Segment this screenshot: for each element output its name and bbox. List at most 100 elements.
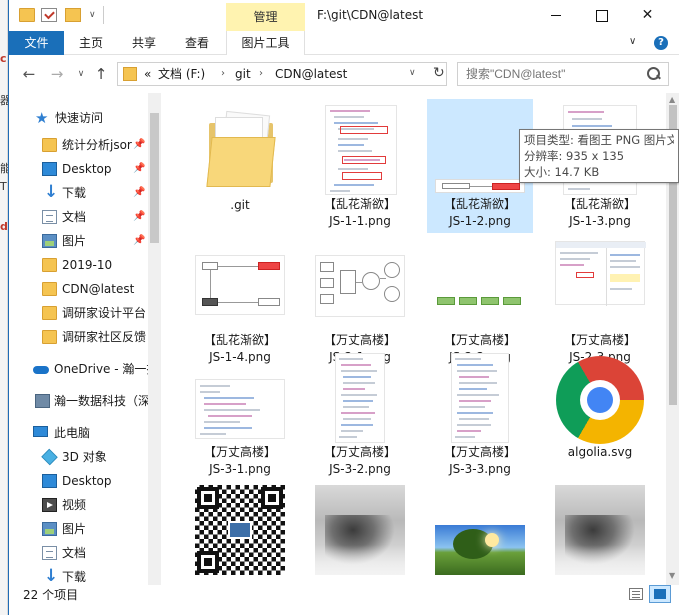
back-button[interactable]: ← — [19, 65, 39, 83]
sidebar-item-desktop[interactable]: Desktop 📌 — [9, 157, 148, 181]
sidebar-item-cdn-latest[interactable]: CDN@latest — [9, 277, 148, 301]
manage-context-tab[interactable]: 管理 — [226, 3, 305, 31]
sidebar-item-label: 文档 — [62, 210, 87, 224]
file-tile-js-3-2[interactable]: 【万丈高楼】 JS-3-2.png — [307, 347, 413, 481]
folder-icon — [42, 282, 57, 296]
sidebar-item-this-pc[interactable]: 此电脑 — [9, 421, 148, 445]
navigation-pane: 快速访问 统计分析jsor 📌 Desktop 📌 下载 📌 文档 📌 图片 📌 — [9, 93, 161, 585]
sidebar-item-label: 3D 对象 — [62, 450, 107, 464]
refresh-icon[interactable]: ↻ — [433, 65, 445, 81]
forward-button[interactable]: → — [47, 65, 67, 83]
expand-ribbon-icon[interactable]: ∨ — [629, 36, 636, 47]
download-icon — [42, 181, 58, 204]
address-bar[interactable]: « 文档 (F:) › git › CDN@latest ∨ ↻ — [117, 62, 447, 86]
scroll-down-icon[interactable]: ▼ — [669, 571, 675, 580]
file-tile-js-1-2[interactable]: 【乱花渐欲】 JS-1-2.png — [427, 99, 533, 233]
file-tile-js-3-3[interactable]: 【万丈高楼】 JS-3-3.png — [427, 347, 533, 481]
tab-home[interactable]: 主页 — [66, 31, 116, 55]
maximize-button[interactable] — [579, 0, 624, 31]
close-button[interactable]: ✕ — [625, 0, 670, 31]
sidebar-item-pictures-pc[interactable]: 图片 — [9, 517, 148, 541]
search-box[interactable] — [457, 62, 669, 86]
address-row: ← → ∨ ↑ « 文档 (F:) › git › CDN@latest ∨ ↻ — [9, 55, 679, 93]
qr-code-icon — [195, 485, 285, 575]
breadcrumb-git[interactable]: git — [235, 63, 251, 85]
help-icon[interactable]: ? — [654, 36, 668, 50]
address-dropdown[interactable]: ∨ — [409, 68, 416, 78]
tab-picture-tools[interactable]: 图片工具 — [226, 31, 305, 55]
sidebar-item-documents-pc[interactable]: 文档 — [9, 541, 148, 565]
sidebar-item-label: 2019-10 — [62, 258, 113, 272]
navigation-pane-scrollbar[interactable] — [148, 93, 161, 585]
file-tile-js-1-1[interactable]: 【乱花渐欲】 JS-1-1.png — [307, 99, 413, 233]
file-tile-ink-painting-2[interactable] — [547, 479, 653, 585]
file-tile-landscape[interactable] — [427, 479, 533, 585]
large-icons-view-icon[interactable] — [649, 585, 671, 603]
recent-locations-button[interactable]: ∨ — [71, 69, 91, 79]
minimize-button[interactable] — [534, 0, 579, 31]
search-input[interactable] — [466, 65, 646, 83]
scroll-up-icon[interactable]: ▲ — [669, 95, 675, 104]
breadcrumb-separator[interactable]: › — [259, 63, 263, 85]
sidebar-item-label: 此电脑 — [54, 426, 91, 440]
breadcrumb-current[interactable]: CDN@latest — [275, 63, 347, 85]
breadcrumb-overflow[interactable]: « — [144, 63, 151, 85]
file-name: JS-3-2.png — [329, 462, 391, 476]
tab-file[interactable]: 文件 — [9, 31, 64, 55]
file-tile-ink-painting[interactable] — [307, 479, 413, 585]
download-icon — [42, 565, 58, 585]
sidebar-item-statistics-json[interactable]: 统计分析jsor 📌 — [9, 133, 148, 157]
file-tile-qr-image[interactable] — [187, 479, 293, 585]
sidebar-item-quick-access[interactable]: 快速访问 — [9, 106, 148, 130]
sidebar-item-community-feedback[interactable]: 调研家社区反馈 — [9, 325, 148, 349]
file-tile-git[interactable]: .git — [187, 99, 293, 233]
chrome-icon — [556, 356, 644, 444]
sidebar-item-label: 图片 — [62, 522, 87, 536]
sidebar-item-downloads-pc[interactable]: 下载 — [9, 565, 148, 585]
sidebar-item-pictures[interactable]: 图片 📌 — [9, 229, 148, 253]
new-folder-icon[interactable] — [65, 8, 81, 22]
properties-icon[interactable] — [41, 8, 57, 22]
sidebar-item-organization[interactable]: 瀚一数据科技（深 — [9, 389, 148, 413]
file-tile-algolia[interactable]: algolia.svg — [547, 347, 653, 481]
document-icon — [42, 210, 57, 224]
sidebar-item-desktop-pc[interactable]: Desktop — [9, 469, 148, 493]
pin-icon: 📌 — [133, 211, 146, 222]
sidebar-item-3d-objects[interactable]: 3D 对象 — [9, 445, 148, 469]
folder-thumbnail — [195, 105, 285, 195]
sidebar-item-2019-10[interactable]: 2019-10 — [9, 253, 148, 277]
file-tile-js-3-1[interactable]: 【万丈高楼】 JS-3-1.png — [187, 347, 293, 481]
image-thumbnail — [435, 105, 525, 195]
sidebar-item-label: 统计分析jsor — [62, 138, 132, 152]
image-thumbnail — [435, 353, 525, 443]
tab-share[interactable]: 共享 — [119, 31, 169, 55]
image-thumbnail — [315, 241, 405, 331]
sidebar-item-documents[interactable]: 文档 📌 — [9, 205, 148, 229]
desktop-icon — [42, 162, 57, 176]
background-fragment: dl — [0, 220, 8, 233]
breadcrumb-drive[interactable]: 文档 (F:) — [158, 63, 205, 85]
sidebar-item-label: 调研家设计平台 — [62, 306, 147, 320]
image-thumbnail — [555, 241, 646, 331]
divider — [103, 6, 104, 24]
up-button[interactable]: ↑ — [91, 65, 111, 83]
file-name-prefix: 【万丈高楼】 — [323, 445, 396, 459]
image-thumbnail — [315, 353, 405, 443]
scrollbar-thumb[interactable] — [150, 113, 159, 243]
search-icon[interactable] — [646, 66, 660, 80]
tooltip-size: 大小: 14.7 KB — [524, 165, 600, 179]
breadcrumb-separator[interactable]: › — [221, 63, 225, 85]
sidebar-item-downloads[interactable]: 下载 📌 — [9, 181, 148, 205]
pin-icon: 📌 — [133, 139, 146, 150]
details-view-icon[interactable] — [629, 588, 643, 600]
sidebar-item-design-platform[interactable]: 调研家设计平台 — [9, 301, 148, 325]
folder-icon[interactable] — [19, 8, 35, 22]
tab-view[interactable]: 查看 — [172, 31, 222, 55]
sidebar-item-label: 文档 — [62, 546, 87, 560]
sidebar-item-onedrive[interactable]: OneDrive - 瀚一技 — [9, 357, 148, 381]
folder-icon — [42, 138, 57, 152]
pin-icon: 📌 — [133, 163, 146, 174]
sidebar-item-videos[interactable]: 视频 — [9, 493, 148, 517]
quick-access-toolbar-dropdown[interactable]: ∨ — [89, 10, 96, 20]
image-thumbnail — [315, 485, 405, 575]
